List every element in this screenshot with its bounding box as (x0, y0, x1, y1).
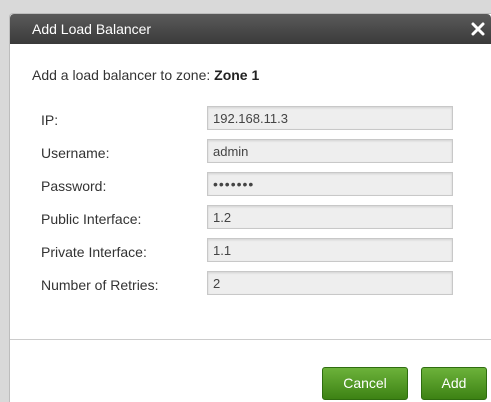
close-button[interactable] (465, 18, 491, 40)
ip-row: IP: (10, 106, 491, 136)
dialog-titlebar: Add Load Balancer (10, 14, 491, 44)
password-label: Password: (41, 178, 107, 194)
username-label: Username: (41, 145, 110, 161)
number-of-retries-row: Number of Retries: (10, 271, 491, 301)
zone-name: Zone 1 (214, 67, 260, 83)
cancel-button[interactable]: Cancel (322, 367, 408, 400)
footer-divider (10, 339, 491, 340)
dialog-subtitle: Add a load balancer to zone: Zone 1 (32, 67, 259, 83)
subtitle-prefix: Add a load balancer to zone: (32, 67, 215, 83)
number-of-retries-label: Number of Retries: (41, 277, 159, 293)
ip-label: IP: (41, 112, 59, 128)
public-interface-label: Public Interface: (41, 211, 142, 227)
number-of-retries-input[interactable] (207, 271, 453, 295)
public-interface-input[interactable] (207, 205, 453, 229)
username-input[interactable] (207, 139, 453, 163)
dialog-title: Add Load Balancer (32, 21, 152, 37)
username-row: Username: (10, 139, 491, 169)
add-load-balancer-dialog: Add Load Balancer Add a load balancer to… (9, 13, 491, 402)
password-row: Password: (10, 172, 491, 202)
private-interface-label: Private Interface: (41, 244, 147, 260)
ip-input[interactable] (207, 106, 453, 130)
private-interface-row: Private Interface: (10, 238, 491, 268)
private-interface-input[interactable] (207, 238, 453, 262)
public-interface-row: Public Interface: (10, 205, 491, 235)
close-icon (471, 22, 485, 36)
add-button[interactable]: Add (421, 367, 487, 400)
password-input[interactable] (207, 172, 453, 196)
page-background: Add Load Balancer Add a load balancer to… (0, 0, 491, 402)
